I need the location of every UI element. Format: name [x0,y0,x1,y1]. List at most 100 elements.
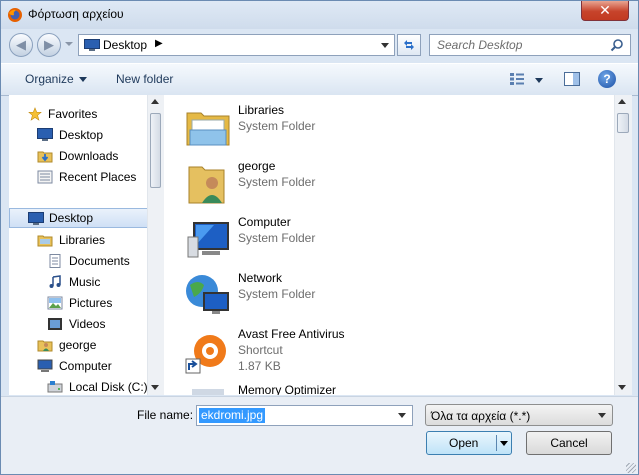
address-chevron[interactable]: ▶ [155,38,163,49]
user-folder-icon [37,340,53,352]
file-name-label: File name: [137,408,194,422]
avast-shortcut-icon [185,335,226,374]
file-item-computer[interactable]: Computer System Folder [184,213,584,269]
split-divider [496,435,497,451]
navigation-scrollbar[interactable] [147,95,164,395]
downloads-icon [37,151,53,163]
nav-item-label: Desktop [59,128,104,142]
star-icon [28,107,42,121]
nav-item-label: Computer [59,359,112,373]
file-type: System Folder [238,287,316,301]
file-list: Libraries System Folder george System Fo… [164,95,614,395]
close-button[interactable]: ✕ [581,1,629,21]
back-button[interactable]: ◀ [9,33,33,57]
open-button[interactable]: Open [426,431,512,455]
nav-item-desktop-root[interactable]: Desktop [9,208,148,228]
file-type: System Folder [238,119,316,133]
nav-item-label: george [59,338,97,352]
file-size: 1.87 KB [238,359,281,373]
desktop-icon [84,39,100,51]
change-view-icon[interactable] [509,72,525,86]
file-name: Memory Optimizer [238,383,337,395]
computer-icon [187,222,229,258]
address-bar[interactable]: Desktop ▶ [78,34,395,56]
organize-button[interactable]: Organize [25,72,87,86]
file-type: Shortcut [238,343,283,357]
videos-icon [48,318,62,330]
network-icon [186,275,229,314]
address-dropdown-arrow[interactable] [381,43,389,48]
scrollbar-thumb[interactable] [617,113,629,133]
title-bar: Φόρτωση αρχείου ✕ [1,1,638,29]
cancel-button[interactable]: Cancel [526,431,612,455]
nav-item-label: Libraries [59,233,106,247]
scroll-down-arrow[interactable] [618,385,626,390]
forward-button[interactable]: ▶ [37,33,61,57]
command-bar: Organize New folder ? [1,63,638,96]
shortcut-icon [192,389,224,395]
firefox-icon [8,8,22,22]
nav-item-label: Downloads [59,149,119,163]
file-type: System Folder [238,175,316,189]
open-label: Open [449,436,479,450]
music-icon [49,275,61,288]
file-name: Libraries [238,103,285,117]
file-item-avast[interactable]: Avast Free Antivirus Shortcut 1.87 KB [184,325,584,381]
organize-label: Organize [25,72,74,86]
file-name: Avast Free Antivirus [238,327,345,341]
file-open-dialog: Φόρτωση αρχείου ✕ ◀ ▶ Desktop ▶ Search D… [0,0,639,475]
navigation-pane: Favorites Desktop Downloads Recent Place… [9,95,165,395]
file-name-field[interactable]: ekdromi.jpg [196,405,413,426]
nav-item-label: Local Disk (C:) [69,380,148,394]
scroll-down-arrow[interactable] [151,385,159,390]
scroll-up-arrow[interactable] [618,99,626,104]
refresh-icon [404,40,414,50]
file-name-dropdown-arrow[interactable] [398,413,406,418]
desktop-icon [28,212,44,225]
file-item-network[interactable]: Network System Folder [184,269,584,325]
file-name-value[interactable]: ekdromi.jpg [199,408,266,423]
nav-item-label: Videos [69,317,106,331]
dialog-footer: File name: ekdromi.jpg Όλα τα αρχεία (*.… [1,396,638,474]
file-list-scrollbar[interactable] [614,95,632,395]
pictures-icon [47,296,63,310]
resize-grip[interactable] [626,463,636,473]
file-type-value: Όλα τα αρχεία (*.*) [431,409,531,423]
search-box[interactable]: Search Desktop [429,34,631,56]
documents-icon [49,254,61,268]
computer-icon [37,359,53,372]
chevron-down-icon [78,77,87,83]
file-item-george[interactable]: george System Folder [184,157,584,213]
nav-item-label: Desktop [49,211,94,225]
nav-item-label: Music [69,275,101,289]
disk-icon [47,381,63,393]
search-input[interactable]: Search Desktop [437,38,522,52]
help-icon[interactable]: ? [598,70,616,88]
preview-pane-icon[interactable] [564,72,580,86]
nav-item-label: Recent Places [59,170,137,184]
nav-item-label: Documents [69,254,130,268]
scroll-up-arrow[interactable] [151,99,159,104]
file-item-libraries[interactable]: Libraries System Folder [184,101,584,157]
nav-item-label: Pictures [69,296,113,310]
file-name: Network [238,271,283,285]
recent-locations-dropdown[interactable] [65,42,73,46]
search-icon[interactable] [610,38,624,52]
user-folder-icon [188,166,225,204]
refresh-button[interactable] [397,34,421,56]
file-item-memory-optimizer[interactable]: Memory Optimizer [184,381,584,395]
file-name: Computer [238,215,291,229]
file-type-select[interactable]: Όλα τα αρχεία (*.*) [425,404,613,426]
nav-favorites-label: Favorites [48,107,98,121]
file-name: george [238,159,276,173]
new-folder-button[interactable]: New folder [116,72,173,86]
recent-places-icon [37,170,53,184]
libraries-folder-icon [186,112,230,146]
file-type: System Folder [238,231,316,245]
view-options-dropdown[interactable] [535,78,543,83]
open-options-dropdown[interactable] [500,441,508,446]
libraries-icon [37,235,53,247]
scrollbar-thumb[interactable] [150,113,161,188]
address-location[interactable]: Desktop [103,38,147,52]
window-title: Φόρτωση αρχείου [28,7,124,21]
